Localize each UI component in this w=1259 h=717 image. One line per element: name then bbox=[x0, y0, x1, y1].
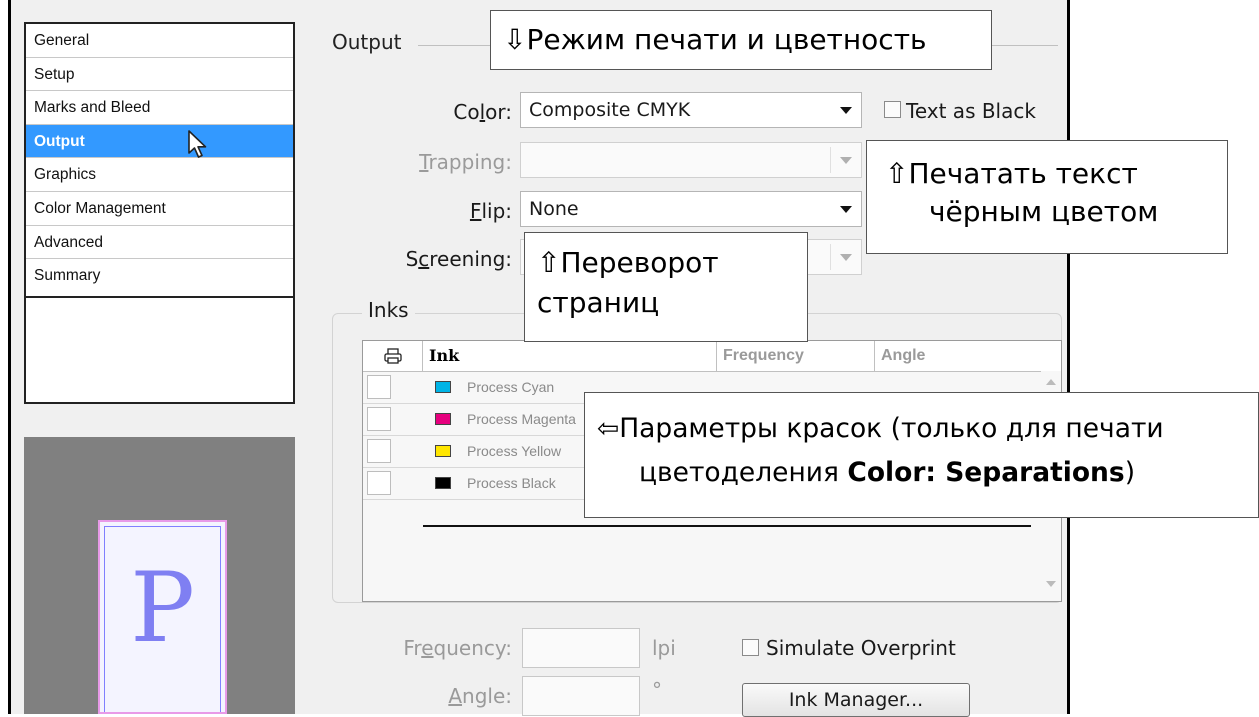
trapping-label: Trapping: bbox=[419, 150, 512, 174]
sidebar-item-setup[interactable]: Setup bbox=[26, 58, 293, 92]
frequency-column-header[interactable]: Frequency bbox=[717, 341, 875, 371]
select-separator bbox=[830, 244, 831, 270]
frequency-label: Frequency: bbox=[403, 636, 512, 660]
flip-select[interactable]: None bbox=[520, 191, 862, 227]
callout-inks: ⇦Параметры красок (только для печати цве… bbox=[584, 392, 1259, 518]
scroll-down-icon[interactable] bbox=[1046, 581, 1056, 587]
flip-select-value: None bbox=[529, 198, 579, 220]
sidebar-item-summary[interactable]: Summary bbox=[26, 259, 293, 293]
sidebar-item-graphics[interactable]: Graphics bbox=[26, 158, 293, 192]
callout-inks-line1: ⇦Параметры красок (только для печати bbox=[597, 413, 1164, 444]
ink-name: Process Cyan bbox=[467, 379, 555, 395]
preview-page: P bbox=[98, 520, 227, 714]
print-toggle-icon[interactable] bbox=[367, 439, 391, 463]
ink-table-header: Ink Frequency Angle bbox=[363, 341, 1061, 372]
chevron-down-icon bbox=[840, 157, 852, 164]
sidebar-item-output[interactable]: Output bbox=[26, 124, 293, 159]
simulate-overprint-checkbox[interactable] bbox=[742, 639, 759, 656]
angle-unit: ° bbox=[652, 678, 662, 702]
section-title: Output bbox=[332, 30, 402, 54]
color-select-value: Composite CMYK bbox=[529, 99, 691, 121]
select-separator bbox=[830, 147, 831, 173]
callout-text-black: ⇧Печатать текст чёрным цветом bbox=[866, 140, 1228, 254]
magenta-swatch bbox=[435, 413, 451, 425]
sidebar-item-label: Output bbox=[34, 132, 85, 150]
frequency-input[interactable] bbox=[522, 628, 640, 668]
ink-manager-button[interactable]: Ink Manager... bbox=[742, 683, 970, 717]
flip-label: Flip: bbox=[469, 199, 512, 223]
sidebar-item-color-management[interactable]: Color Management bbox=[26, 192, 293, 226]
mouse-cursor-icon bbox=[188, 129, 207, 158]
yellow-swatch bbox=[435, 445, 451, 457]
print-toggle-icon[interactable] bbox=[367, 375, 391, 399]
page-preview: P bbox=[24, 437, 295, 714]
trapping-select[interactable] bbox=[520, 142, 862, 178]
callout-text-black-line2: чёрным цветом bbox=[929, 195, 1159, 228]
sidebar-item-marks-and-bleed[interactable]: Marks and Bleed bbox=[26, 91, 293, 125]
screening-label: Screening: bbox=[405, 247, 512, 271]
callout-mode-text: ⇩Режим печати и цветность bbox=[503, 23, 927, 56]
frequency-unit: lpi bbox=[652, 636, 676, 660]
printer-icon bbox=[383, 348, 402, 364]
ink-name: Process Black bbox=[467, 475, 556, 491]
simulate-overprint-label: Simulate Overprint bbox=[766, 636, 956, 660]
table-divider bbox=[423, 525, 1031, 527]
text-as-black-label: Text as Black bbox=[906, 99, 1036, 123]
text-as-black-checkbox[interactable] bbox=[884, 101, 901, 118]
inks-legend: Inks bbox=[362, 298, 415, 322]
print-column-header[interactable] bbox=[363, 341, 423, 371]
callout-flip-line1: ⇧Переворот bbox=[537, 246, 719, 279]
category-list-items: General Setup Marks and Bleed Output Gra… bbox=[26, 24, 293, 298]
angle-input[interactable] bbox=[522, 676, 640, 716]
callout-flip-line2: страниц bbox=[537, 286, 660, 319]
scroll-up-icon[interactable] bbox=[1046, 379, 1056, 385]
chevron-down-icon bbox=[840, 206, 852, 213]
preview-letter: P bbox=[130, 552, 195, 664]
cyan-swatch bbox=[435, 381, 451, 393]
ink-column-header[interactable]: Ink bbox=[423, 341, 717, 371]
ink-name: Process Magenta bbox=[467, 411, 576, 427]
color-label: Color: bbox=[453, 100, 512, 124]
callout-inks-line2: цветоделения Color: Separations) bbox=[639, 457, 1136, 488]
chevron-down-icon bbox=[840, 254, 852, 261]
callout-text-black-line1: ⇧Печатать текст bbox=[885, 157, 1138, 190]
ink-name: Process Yellow bbox=[467, 443, 562, 459]
black-swatch bbox=[435, 477, 451, 489]
callout-mode: ⇩Режим печати и цветность bbox=[490, 10, 992, 70]
color-select[interactable]: Composite CMYK bbox=[520, 92, 862, 128]
sidebar-item-advanced[interactable]: Advanced bbox=[26, 226, 293, 260]
category-list: General Setup Marks and Bleed Output Gra… bbox=[24, 22, 295, 404]
print-toggle-icon[interactable] bbox=[367, 407, 391, 431]
angle-column-header[interactable]: Angle bbox=[875, 341, 1043, 371]
angle-label: Angle: bbox=[448, 684, 512, 708]
callout-flip: ⇧Переворот страниц bbox=[524, 232, 808, 342]
chevron-down-icon bbox=[840, 107, 852, 114]
print-toggle-icon[interactable] bbox=[367, 471, 391, 495]
sidebar-item-general[interactable]: General bbox=[26, 24, 293, 58]
